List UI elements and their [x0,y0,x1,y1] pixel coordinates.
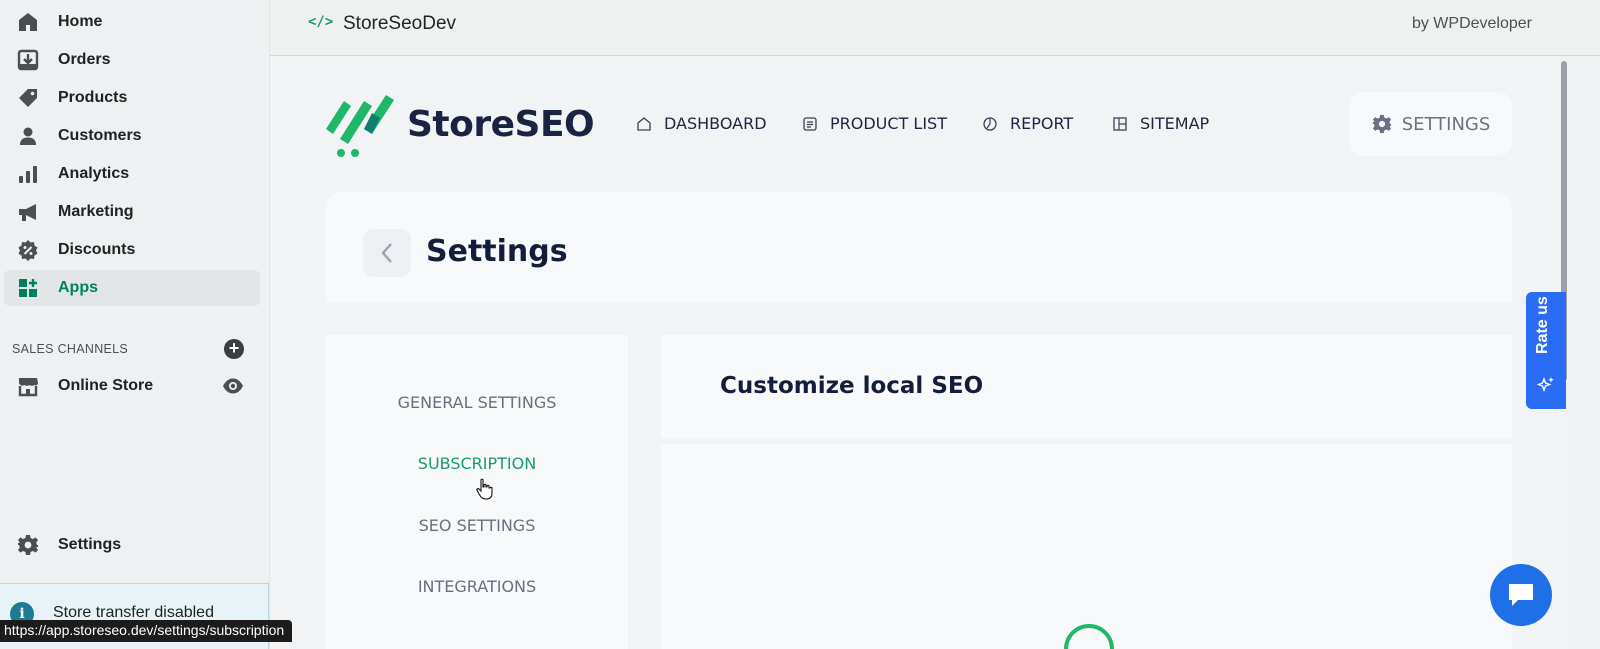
orders-inbox-icon [16,48,40,72]
rate-us-label: Rate us [1534,296,1551,354]
chat-bubble-icon [1509,584,1533,606]
back-button[interactable] [363,229,411,277]
page-header-card: Settings [326,192,1512,302]
menu-item-seo-settings[interactable]: SEO SETTINGS [326,516,628,535]
report-gauge-icon [983,116,997,131]
sidebar-item-marketing[interactable]: Marketing [4,194,260,230]
home-icon [16,10,40,34]
panel-title: Customize local SEO [720,373,984,399]
sidebar-item-label: Marketing [58,203,134,220]
panel-header: Customize local SEO [661,335,1512,438]
storeseo-logo[interactable] [326,91,406,166]
menu-item-general-settings[interactable]: GENERAL SETTINGS [326,393,628,412]
sidebar-item-customers[interactable]: Customers [4,118,260,154]
nav-label: SITEMAP [1140,114,1210,133]
status-bar-url: https://app.storeseo.dev/settings/subscr… [0,620,293,642]
menu-item-integrations[interactable]: INTEGRATIONS [326,577,628,596]
chevron-left-icon [381,243,392,263]
nav-report[interactable]: REPORT [982,114,1073,133]
sidebar-item-settings[interactable]: Settings [4,527,260,563]
hand-pointer-cursor-icon [475,478,493,505]
apps-grid-icon [16,276,40,300]
admin-sidebar: Home Orders Products Customers Analytics… [0,0,270,649]
rate-us-button[interactable]: Rate us [1526,292,1566,409]
sidebar-item-label: Analytics [58,165,130,182]
nav-label: DASHBOARD [664,114,767,133]
panel-body [661,444,1512,649]
sidebar-item-label: Settings [58,536,122,553]
nav-label: REPORT [1010,114,1074,133]
nav-product-list[interactable]: PRODUCT LIST [802,114,947,133]
storefront-icon [16,374,40,398]
sparkle-star-icon [1536,376,1555,399]
list-document-icon [803,116,817,131]
sidebar-item-discounts[interactable]: Discounts [4,232,260,268]
layout-grid-icon [1113,116,1127,131]
sidebar-item-apps[interactable]: Apps [4,270,260,306]
brand-wordmark: StoreSEO [407,104,595,145]
discount-badge-icon [16,238,40,262]
menu-item-subscription[interactable]: SUBSCRIPTION [326,454,628,473]
sidebar-item-label: Online Store [58,377,154,394]
gear-icon [16,533,40,557]
eye-icon[interactable] [222,376,244,401]
app-name: StoreSeoDev [343,13,457,34]
sidebar-item-products[interactable]: Products [4,80,260,116]
add-sales-channel-icon[interactable]: + [224,339,244,359]
developer-link[interactable]: by WPDeveloper [1412,15,1532,33]
sales-channels-heading: SALES CHANNELS [12,342,129,356]
chat-button[interactable] [1490,564,1552,626]
sidebar-item-orders[interactable]: Orders [4,42,260,78]
settings-button[interactable]: SETTINGS [1350,92,1512,156]
app-header-bar: </> StoreSeoDev by WPDeveloper [270,0,1600,56]
nav-label: PRODUCT LIST [830,114,947,133]
nav-dashboard[interactable]: DASHBOARD [636,114,767,133]
sidebar-item-label: Products [58,89,128,106]
sidebar-item-label: Home [58,13,103,30]
sidebar-item-label: Apps [58,279,98,296]
megaphone-icon [16,200,40,224]
settings-button-label: SETTINGS [1401,113,1491,135]
gear-icon [1372,114,1391,134]
person-icon [16,124,40,148]
bar-chart-icon [16,162,40,186]
sidebar-item-analytics[interactable]: Analytics [4,156,260,192]
sidebar-item-home[interactable]: Home [4,4,260,40]
code-brackets-icon: </> [308,14,334,30]
house-outline-icon [637,116,651,131]
sidebar-item-label: Customers [58,127,142,144]
loading-spinner-icon [1064,624,1114,649]
sidebar-item-label: Discounts [58,241,136,258]
tag-icon [16,86,40,110]
sidebar-item-label: Orders [58,51,111,68]
app-content: StoreSEO DASHBOARD PRODUCT LIST REPORT S… [270,57,1566,649]
page-title: Settings [426,234,568,269]
nav-sitemap[interactable]: SITEMAP [1112,114,1209,133]
